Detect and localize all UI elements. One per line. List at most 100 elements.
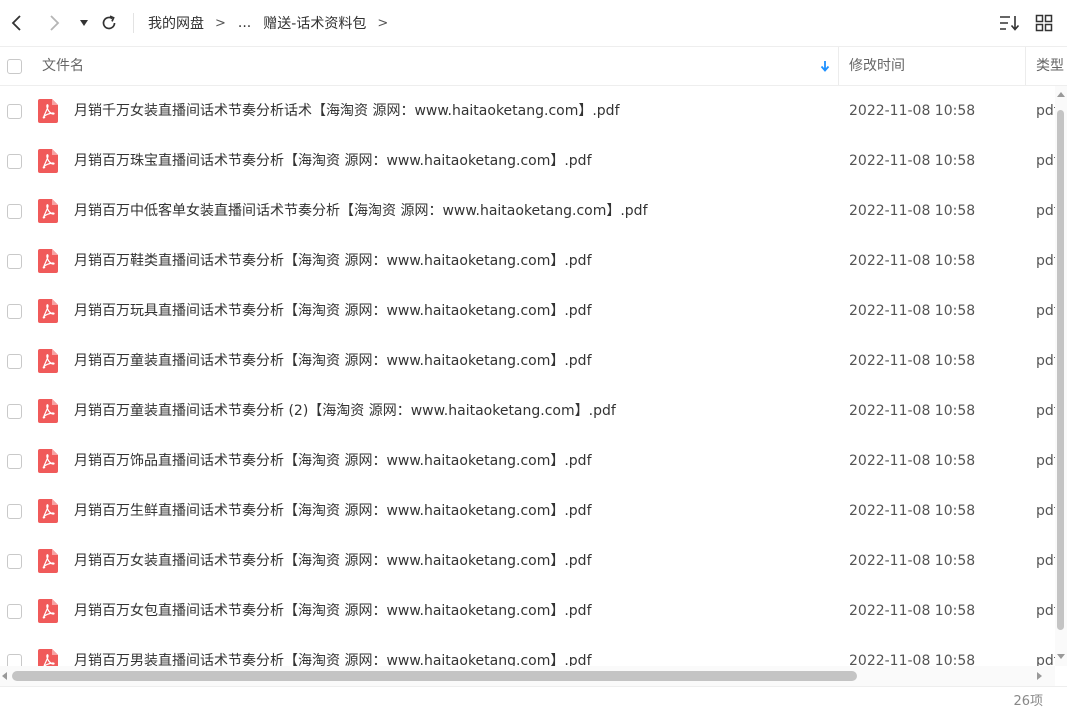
vertical-scrollbar[interactable] bbox=[1055, 86, 1067, 666]
vertical-scroll-thumb[interactable] bbox=[1057, 110, 1064, 630]
pdf-file-icon bbox=[38, 449, 58, 473]
pdf-file-icon bbox=[38, 349, 58, 373]
file-name[interactable]: 月销百万女包直播间话术节奏分析【海淘资 源网：www.haitaoketang.… bbox=[74, 586, 592, 636]
file-list: 月销千万女装直播间话术节奏分析话术【海淘资 源网：www.haitaoketan… bbox=[0, 86, 1055, 666]
scroll-down-icon[interactable] bbox=[1057, 654, 1065, 659]
file-name[interactable]: 月销百万男装直播间话术节奏分析【海淘资 源网：www.haitaoketang.… bbox=[74, 636, 592, 666]
file-row[interactable]: 月销百万生鲜直播间话术节奏分析【海淘资 源网：www.haitaoketang.… bbox=[0, 486, 1055, 536]
file-row[interactable]: 月销百万童装直播间话术节奏分析【海淘资 源网：www.haitaoketang.… bbox=[0, 336, 1055, 386]
row-checkbox[interactable] bbox=[7, 604, 22, 619]
scroll-left-icon[interactable] bbox=[2, 672, 7, 680]
row-checkbox[interactable] bbox=[7, 154, 22, 169]
grid-view-icon bbox=[1035, 14, 1053, 32]
back-button[interactable] bbox=[6, 12, 28, 34]
file-modified-time: 2022-11-08 10:58 bbox=[849, 203, 976, 219]
row-checkbox[interactable] bbox=[7, 104, 22, 119]
file-type: pdf bbox=[1036, 453, 1055, 469]
file-name[interactable]: 月销千万女装直播间话术节奏分析话术【海淘资 源网：www.haitaoketan… bbox=[74, 86, 620, 136]
file-type: pdf bbox=[1036, 503, 1055, 519]
row-checkbox[interactable] bbox=[7, 504, 22, 519]
pdf-file-icon bbox=[38, 249, 58, 273]
file-row[interactable]: 月销百万饰品直播间话术节奏分析【海淘资 源网：www.haitaoketang.… bbox=[0, 436, 1055, 486]
file-modified-time: 2022-11-08 10:58 bbox=[849, 303, 976, 319]
column-header-type[interactable]: 类型 bbox=[1036, 47, 1064, 85]
file-row[interactable]: 月销百万中低客单女装直播间话术节奏分析【海淘资 源网：www.haitaoket… bbox=[0, 186, 1055, 236]
sort-descending-icon[interactable] bbox=[818, 59, 832, 73]
file-type: pdf bbox=[1036, 403, 1055, 419]
row-checkbox[interactable] bbox=[7, 204, 22, 219]
scroll-right-icon[interactable] bbox=[1037, 672, 1042, 680]
file-name[interactable]: 月销百万中低客单女装直播间话术节奏分析【海淘资 源网：www.haitaoket… bbox=[74, 186, 648, 236]
pdf-file-icon bbox=[38, 499, 58, 523]
file-type: pdf bbox=[1036, 153, 1055, 169]
file-modified-time: 2022-11-08 10:58 bbox=[849, 553, 976, 569]
refresh-button[interactable] bbox=[98, 12, 120, 34]
chevron-left-icon bbox=[11, 15, 21, 31]
file-modified-time: 2022-11-08 10:58 bbox=[849, 353, 976, 369]
file-name[interactable]: 月销百万珠宝直播间话术节奏分析【海淘资 源网：www.haitaoketang.… bbox=[74, 136, 592, 186]
file-name[interactable]: 月销百万鞋类直播间话术节奏分析【海淘资 源网：www.haitaoketang.… bbox=[74, 236, 592, 286]
pdf-file-icon bbox=[38, 549, 58, 573]
row-checkbox[interactable] bbox=[7, 554, 22, 569]
file-type: pdf bbox=[1036, 353, 1055, 369]
scroll-up-icon[interactable] bbox=[1057, 92, 1065, 97]
row-checkbox[interactable] bbox=[7, 354, 22, 369]
pdf-file-icon bbox=[38, 149, 58, 173]
file-row[interactable]: 月销百万男装直播间话术节奏分析【海淘资 源网：www.haitaoketang.… bbox=[0, 636, 1055, 666]
file-row[interactable]: 月销千万女装直播间话术节奏分析话术【海淘资 源网：www.haitaoketan… bbox=[0, 86, 1055, 136]
file-row[interactable]: 月销百万玩具直播间话术节奏分析【海淘资 源网：www.haitaoketang.… bbox=[0, 286, 1055, 336]
file-name[interactable]: 月销百万女装直播间话术节奏分析【海淘资 源网：www.haitaoketang.… bbox=[74, 536, 592, 586]
file-row[interactable]: 月销百万鞋类直播间话术节奏分析【海淘资 源网：www.haitaoketang.… bbox=[0, 236, 1055, 286]
select-all-checkbox[interactable] bbox=[7, 59, 22, 74]
breadcrumb-current[interactable]: 赠送-话术资料包 bbox=[263, 13, 366, 33]
file-modified-time: 2022-11-08 10:58 bbox=[849, 653, 976, 666]
row-checkbox[interactable] bbox=[7, 304, 22, 319]
file-modified-time: 2022-11-08 10:58 bbox=[849, 253, 976, 269]
toolbar-divider bbox=[133, 13, 134, 33]
breadcrumb-ellipsis[interactable]: ... bbox=[238, 15, 251, 31]
row-checkbox[interactable] bbox=[7, 454, 22, 469]
file-type: pdf bbox=[1036, 653, 1055, 666]
column-divider[interactable] bbox=[838, 47, 839, 85]
column-header: 文件名 修改时间 类型 bbox=[0, 46, 1067, 86]
column-divider[interactable] bbox=[1025, 47, 1026, 85]
column-header-time[interactable]: 修改时间 bbox=[849, 47, 905, 85]
item-count: 26项 bbox=[1013, 694, 1043, 709]
breadcrumb-root[interactable]: 我的网盘 bbox=[148, 13, 204, 33]
file-name[interactable]: 月销百万生鲜直播间话术节奏分析【海淘资 源网：www.haitaoketang.… bbox=[74, 486, 592, 536]
pdf-file-icon bbox=[38, 599, 58, 623]
file-modified-time: 2022-11-08 10:58 bbox=[849, 153, 976, 169]
file-type: pdf bbox=[1036, 103, 1055, 119]
grid-view-button[interactable] bbox=[1033, 12, 1055, 34]
file-modified-time: 2022-11-08 10:58 bbox=[849, 503, 976, 519]
file-name[interactable]: 月销百万童装直播间话术节奏分析【海淘资 源网：www.haitaoketang.… bbox=[74, 336, 592, 386]
breadcrumb-separator: > bbox=[215, 15, 226, 31]
pdf-file-icon bbox=[38, 399, 58, 423]
row-checkbox[interactable] bbox=[7, 654, 22, 666]
refresh-icon bbox=[102, 15, 116, 30]
file-row[interactable]: 月销百万童装直播间话术节奏分析 (2)【海淘资 源网：www.haitaoket… bbox=[0, 386, 1055, 436]
file-name[interactable]: 月销百万饰品直播间话术节奏分析【海淘资 源网：www.haitaoketang.… bbox=[74, 436, 592, 486]
file-row[interactable]: 月销百万女包直播间话术节奏分析【海淘资 源网：www.haitaoketang.… bbox=[0, 586, 1055, 636]
file-name[interactable]: 月销百万童装直播间话术节奏分析 (2)【海淘资 源网：www.haitaoket… bbox=[74, 386, 616, 436]
history-dropdown-button[interactable] bbox=[73, 12, 95, 34]
row-checkbox[interactable] bbox=[7, 254, 22, 269]
file-type: pdf bbox=[1036, 203, 1055, 219]
horizontal-scrollbar[interactable] bbox=[0, 666, 1055, 686]
breadcrumb: 我的网盘 > ... 赠送-话术资料包 > bbox=[148, 0, 400, 46]
sort-list-icon bbox=[1000, 16, 1020, 31]
toolbar: 我的网盘 > ... 赠送-话术资料包 > bbox=[0, 0, 1067, 46]
file-type: pdf bbox=[1036, 553, 1055, 569]
file-row[interactable]: 月销百万女装直播间话术节奏分析【海淘资 源网：www.haitaoketang.… bbox=[0, 536, 1055, 586]
file-modified-time: 2022-11-08 10:58 bbox=[849, 453, 976, 469]
file-name[interactable]: 月销百万玩具直播间话术节奏分析【海淘资 源网：www.haitaoketang.… bbox=[74, 286, 592, 336]
column-header-name[interactable]: 文件名 bbox=[42, 47, 84, 85]
row-checkbox[interactable] bbox=[7, 404, 22, 419]
breadcrumb-separator: > bbox=[377, 15, 389, 31]
forward-button[interactable] bbox=[43, 12, 65, 34]
file-type: pdf bbox=[1036, 253, 1055, 269]
horizontal-scroll-thumb[interactable] bbox=[12, 671, 857, 681]
file-row[interactable]: 月销百万珠宝直播间话术节奏分析【海淘资 源网：www.haitaoketang.… bbox=[0, 136, 1055, 186]
sort-button[interactable] bbox=[998, 12, 1020, 34]
file-type: pdf bbox=[1036, 303, 1055, 319]
